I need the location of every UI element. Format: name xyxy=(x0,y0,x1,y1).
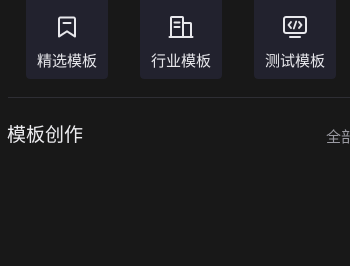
section-title: 模板创作 xyxy=(7,124,84,146)
template-page: 精选模板 行业模板 测试模板 模板创作 全部 xyxy=(0,0,350,266)
bookmark-icon xyxy=(52,12,82,42)
view-all-link[interactable]: 全部 xyxy=(326,127,350,147)
category-label: 行业模板 xyxy=(150,52,211,70)
building-icon xyxy=(166,12,196,42)
category-card-industry-templates[interactable]: 行业模板 xyxy=(140,0,222,79)
category-label: 精选模板 xyxy=(36,52,97,70)
category-label: 测试模板 xyxy=(264,52,325,70)
category-card-featured-templates[interactable]: 精选模板 xyxy=(26,0,108,79)
category-card-test-templates[interactable]: 测试模板 xyxy=(254,0,336,79)
code-icon xyxy=(280,12,310,42)
section-divider xyxy=(8,97,350,98)
